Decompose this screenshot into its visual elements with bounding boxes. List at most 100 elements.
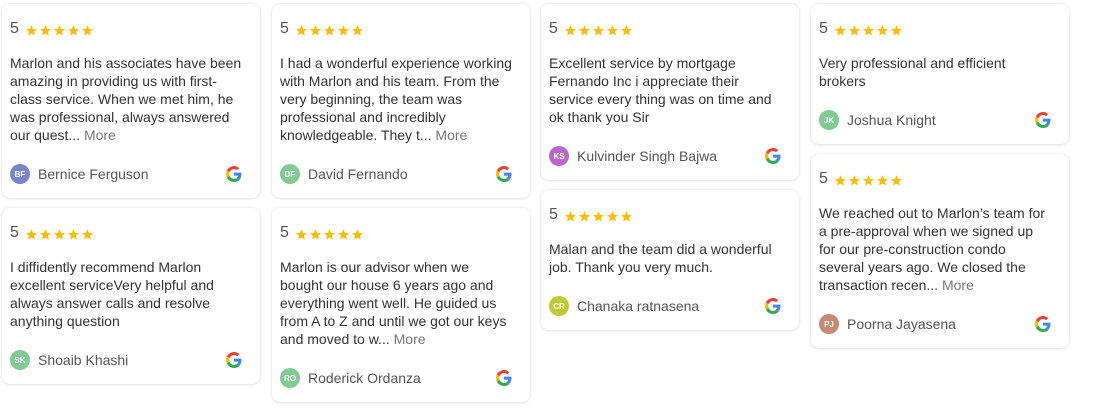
star-icon (606, 211, 618, 222)
author-row: RO Roderick Ordanza (280, 366, 512, 390)
google-icon (496, 370, 512, 386)
avatar: JK (819, 110, 839, 130)
star-icon (295, 25, 307, 36)
google-icon (1035, 316, 1051, 332)
star-icon (578, 211, 590, 222)
review-text-body: Excellent service by mortgage Fernando I… (549, 55, 772, 125)
star-icon (834, 25, 846, 36)
star-rating (25, 228, 94, 241)
more-link[interactable]: More (84, 127, 116, 143)
more-link[interactable]: More (435, 127, 467, 143)
review-card: 5 Marlon and his associates have been am… (2, 4, 260, 198)
star-icon (606, 25, 618, 36)
author-name: Joshua Knight (847, 112, 936, 128)
star-rating (834, 174, 903, 187)
star-icon (67, 25, 79, 36)
star-icon (323, 25, 335, 36)
star-icon (876, 175, 888, 186)
star-icon (592, 211, 604, 222)
review-card: 5 Excellent service by mortgage Fernando… (541, 4, 799, 180)
review-text: We reached out to Marlon’s team for a pr… (819, 204, 1051, 294)
star-icon (834, 175, 846, 186)
author-row: BF Bernice Ferguson (10, 162, 242, 186)
review-card: 5 Marlon is our advisor when we bought o… (272, 208, 530, 402)
author-name: Shoaib Khashi (38, 352, 129, 368)
star-icon (620, 25, 632, 36)
star-rating (295, 228, 364, 241)
review-text-body: I had a wonderful experience working wit… (280, 55, 512, 143)
rating-number: 5 (819, 170, 828, 187)
review-text-body: We reached out to Marlon’s team for a pr… (819, 205, 1045, 293)
reviews-column-2: 5 I had a wonderful experience working w… (272, 4, 530, 412)
star-icon (309, 229, 321, 240)
rating-row: 5 (10, 224, 242, 242)
more-link[interactable]: More (394, 331, 426, 347)
author-row: KS Kulvinder Singh Bajwa (549, 144, 781, 168)
review-text-body: Marlon and his associates have been amaz… (10, 55, 242, 143)
author-name: Chanaka ratnasena (577, 298, 700, 314)
star-icon (890, 25, 902, 36)
star-rating (25, 24, 94, 37)
rating-row: 5 (280, 224, 512, 242)
star-icon (862, 25, 874, 36)
star-icon (620, 211, 632, 222)
rating-row: 5 (280, 20, 512, 38)
star-icon (53, 229, 65, 240)
review-text-body: Malan and the team did a wonderful job. … (549, 241, 772, 275)
reviews-grid: 5 Marlon and his associates have been am… (0, 0, 1112, 418)
avatar: PJ (819, 314, 839, 334)
review-text: Marlon is our advisor when we bought our… (280, 258, 512, 348)
review-card: 5 I diffidently recommend Marlon excelle… (2, 208, 260, 384)
author-name: Poorna Jayasena (847, 316, 956, 332)
star-icon (39, 25, 51, 36)
star-icon (81, 229, 93, 240)
author-row: JK Joshua Knight (819, 108, 1051, 132)
star-icon (848, 25, 860, 36)
star-icon (81, 25, 93, 36)
star-icon (67, 229, 79, 240)
star-rating (834, 24, 903, 37)
more-link[interactable]: More (942, 277, 974, 293)
avatar: SK (10, 350, 30, 370)
star-rating (564, 210, 633, 223)
author-name: David Fernando (308, 166, 408, 182)
star-icon (39, 229, 51, 240)
star-icon (592, 25, 604, 36)
star-icon (848, 175, 860, 186)
star-icon (53, 25, 65, 36)
rating-row: 5 (819, 170, 1051, 188)
star-icon (323, 229, 335, 240)
star-icon (890, 175, 902, 186)
star-rating (295, 24, 364, 37)
rating-number: 5 (280, 20, 289, 37)
rating-number: 5 (280, 224, 289, 241)
star-icon (25, 229, 37, 240)
rating-row: 5 (549, 20, 781, 38)
rating-number: 5 (549, 206, 558, 223)
avatar: DF (280, 164, 300, 184)
reviews-column-1: 5 Marlon and his associates have been am… (2, 4, 260, 394)
review-card: 5 Malan and the team did a wonderful job… (541, 190, 799, 330)
author-row: PJ Poorna Jayasena (819, 312, 1051, 336)
review-card: 5 I had a wonderful experience working w… (272, 4, 530, 198)
google-icon (765, 298, 781, 314)
star-icon (862, 175, 874, 186)
google-icon (496, 166, 512, 182)
star-icon (337, 25, 349, 36)
author-name: Kulvinder Singh Bajwa (577, 148, 718, 164)
review-text: I diffidently recommend Marlon excellent… (10, 258, 242, 330)
avatar: CR (549, 296, 569, 316)
google-icon (226, 166, 242, 182)
review-card: 5 Very professional and efficient broker… (811, 4, 1069, 144)
star-icon (578, 25, 590, 36)
rating-row: 5 (549, 206, 781, 224)
rating-number: 5 (819, 20, 828, 37)
review-text: Marlon and his associates have been amaz… (10, 54, 242, 144)
google-icon (226, 352, 242, 368)
review-text: Malan and the team did a wonderful job. … (549, 240, 781, 276)
author-name: Bernice Ferguson (38, 166, 149, 182)
star-icon (351, 25, 363, 36)
review-text: Excellent service by mortgage Fernando I… (549, 54, 781, 126)
author-name: Roderick Ordanza (308, 370, 421, 386)
author-row: SK Shoaib Khashi (10, 348, 242, 372)
